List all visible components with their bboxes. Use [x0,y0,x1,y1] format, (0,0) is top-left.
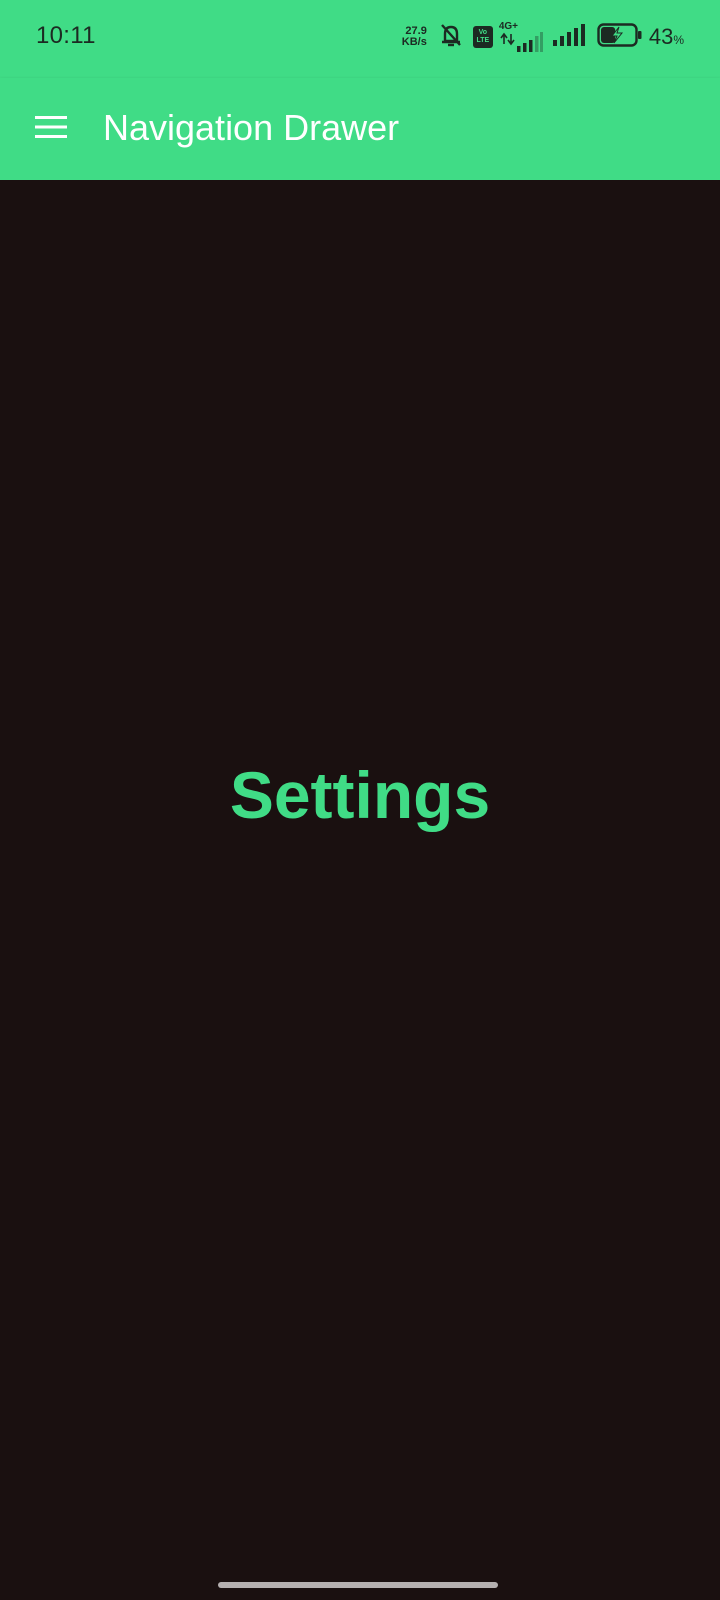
network-type-label: 4G+ [498,21,519,32]
app-bar: Navigation Drawer [0,78,720,180]
page-title: Settings [229,758,491,832]
status-icons: 27.9 KB/s Vo LTE 4G+ 43% [402,20,684,54]
gesture-navigation-bar[interactable] [218,1582,498,1588]
hamburger-menu-icon [34,114,68,145]
main-content: Settings [0,180,720,1600]
volte-icon: Vo LTE [472,26,493,48]
status-bar: 10:11 27.9 KB/s Vo LTE 4G+ 43% [0,0,720,78]
battery-charging-icon [597,22,643,52]
status-time: 10:11 [36,22,96,49]
navigation-menu-button[interactable] [22,104,80,154]
network-speed: 27.9 KB/s [402,26,427,48]
signal-icon [552,23,587,51]
app-bar-title: Navigation Drawer [103,107,400,148]
signal-4g-icon: 4G+ [499,22,543,52]
network-speed-unit: KB/s [401,36,427,48]
battery-percentage: 43% [648,24,684,49]
mute-bell-icon [437,21,465,54]
